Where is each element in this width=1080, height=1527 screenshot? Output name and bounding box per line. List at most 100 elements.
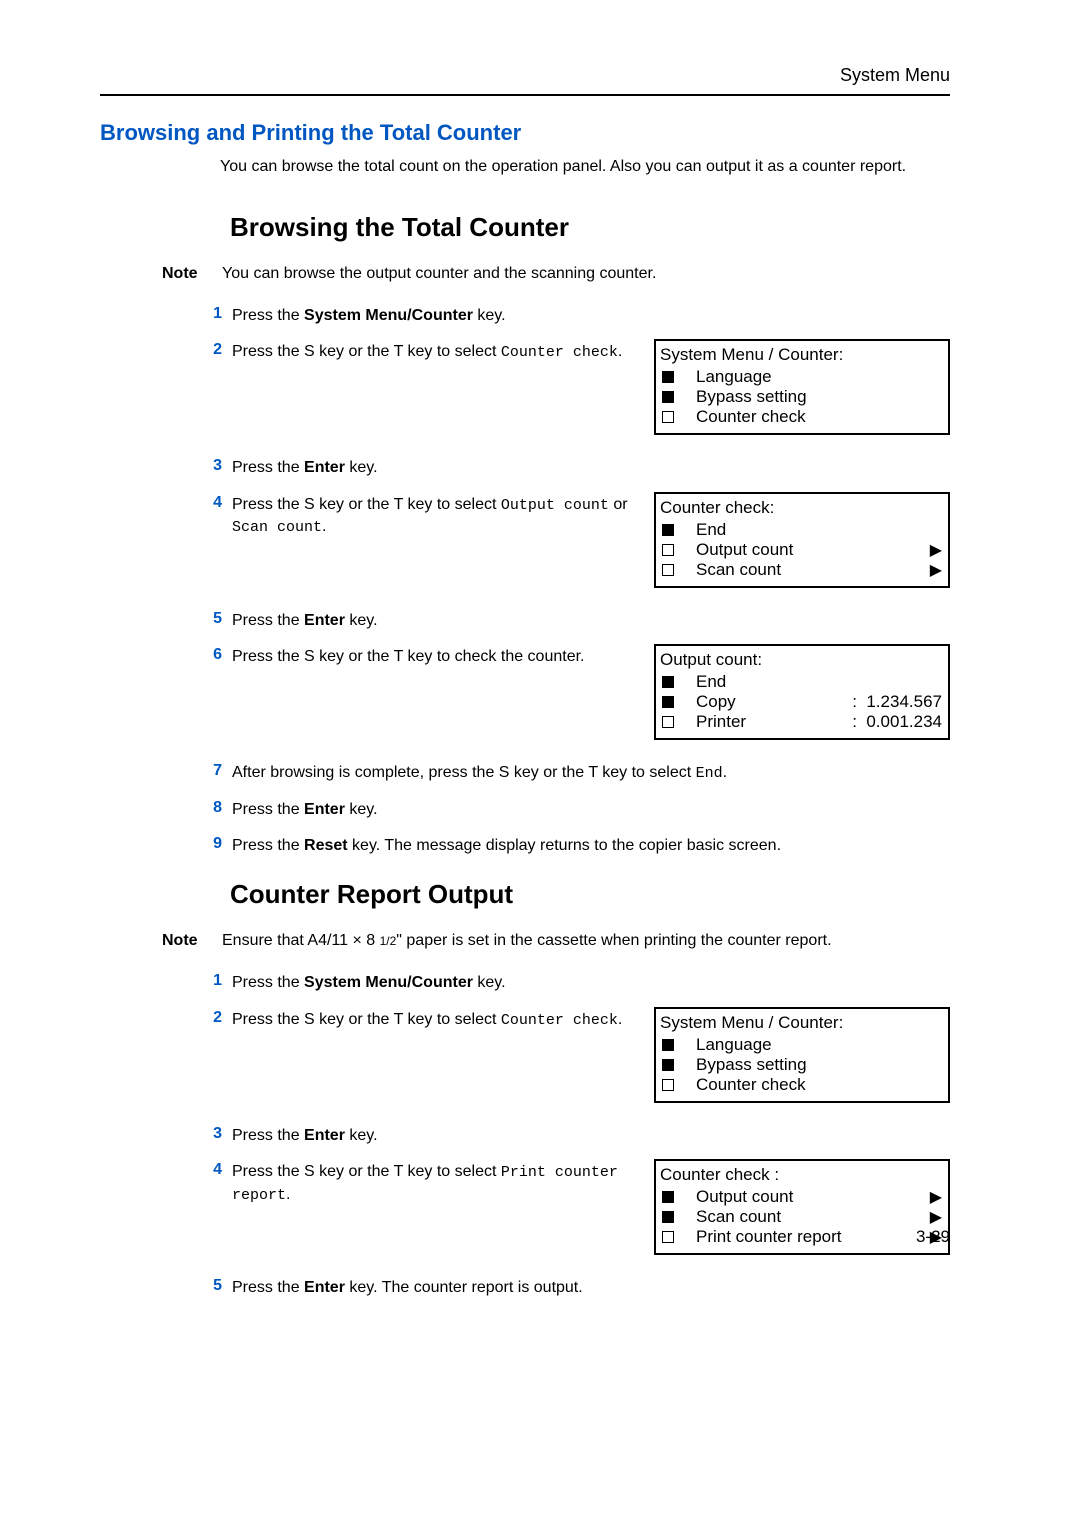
cursor-icon: [662, 676, 674, 688]
cursor-icon: [662, 391, 674, 403]
step-3: 3 Press the Enter key.: [200, 457, 950, 479]
step-number: 3: [200, 457, 222, 475]
step-text: Press the S key or the T key to select: [232, 1163, 501, 1180]
step-mono: End: [696, 765, 723, 782]
step-text: key. The counter report is output.: [345, 1279, 583, 1296]
note-row: Note You can browse the output counter a…: [162, 265, 950, 283]
cursor-icon: [662, 696, 674, 708]
note-text-part: Ensure that A4/11 × 8: [222, 932, 380, 949]
step-text: key.: [345, 801, 378, 818]
lcd-title: Counter check :: [660, 1165, 942, 1185]
lcd-row: Copy: [684, 692, 852, 712]
step-text: .: [286, 1186, 290, 1203]
lcd-row: Scan count: [684, 560, 928, 580]
step-bold: System Menu/Counter: [304, 307, 473, 324]
cursor-icon: [662, 371, 674, 383]
steps-browse: 1 Press the System Menu/Counter key. 2 P…: [200, 305, 950, 857]
lcd-row: Output count: [684, 1187, 928, 1207]
step-2: 2 Press the S key or the T key to select…: [200, 1009, 950, 1103]
lcd-counter-check: Counter check: End Output count▶ Scan co…: [654, 492, 950, 588]
step-text: Press the: [232, 612, 304, 629]
step-number: 2: [200, 1009, 222, 1027]
cursor-icon: [662, 524, 674, 536]
note-text: Ensure that A4/11 × 8 1/2" paper is set …: [222, 932, 950, 950]
step-9: 9 Press the Reset key. The message displ…: [200, 835, 950, 857]
step-number: 4: [200, 494, 222, 512]
step-7: 7 After browsing is complete, press the …: [200, 762, 950, 784]
lcd-row: Output count: [684, 540, 928, 560]
step-3: 3 Press the Enter key.: [200, 1125, 950, 1147]
step-mono: Scan count: [232, 519, 322, 536]
step-4: 4 Press the S key or the T key to select…: [200, 1161, 950, 1255]
step-text: Press the: [232, 1279, 304, 1296]
cursor-icon: [662, 411, 674, 423]
step-bold: Enter: [304, 612, 345, 629]
step-text: key.: [345, 459, 378, 476]
step-bold: Reset: [304, 837, 348, 854]
step-text: Press the S key or the T key to check th…: [232, 646, 654, 668]
step-text: .: [723, 764, 727, 781]
step-8: 8 Press the Enter key.: [200, 799, 950, 821]
step-text: key.: [473, 307, 506, 324]
lcd-system-menu: System Menu / Counter: Language Bypass s…: [654, 1007, 950, 1103]
lcd-row: Bypass setting: [684, 387, 942, 407]
step-number: 8: [200, 799, 222, 817]
step-1: 1 Press the System Menu/Counter key.: [200, 305, 950, 327]
lcd-counter-check: Counter check : Output count▶ Scan count…: [654, 1159, 950, 1255]
lcd-title: Counter check:: [660, 498, 942, 518]
step-number: 7: [200, 762, 222, 780]
page: System Menu Browsing and Printing the To…: [0, 0, 1080, 1527]
note-sub: 1/2: [380, 934, 397, 948]
lcd-row: Print counter report: [684, 1227, 928, 1247]
step-text: Press the: [232, 837, 304, 854]
step-number: 1: [200, 972, 222, 990]
step-4: 4 Press the S key or the T key to select…: [200, 494, 950, 588]
cursor-icon: [662, 1231, 674, 1243]
note-text: You can browse the output counter and th…: [222, 265, 950, 283]
step-text: Press the S key or the T key to select: [232, 496, 501, 513]
step-6: 6 Press the S key or the T key to check …: [200, 646, 950, 740]
note-row: Note Ensure that A4/11 × 8 1/2" paper is…: [162, 932, 950, 950]
lcd-row: Printer: [684, 712, 852, 732]
step-text: Press the: [232, 801, 304, 818]
lcd-row: Language: [684, 1035, 942, 1055]
lcd-row: Scan count: [684, 1207, 928, 1227]
lcd-title: System Menu / Counter:: [660, 1013, 942, 1033]
note-label: Note: [162, 265, 222, 283]
step-bold: Enter: [304, 1127, 345, 1144]
step-number: 3: [200, 1125, 222, 1143]
step-number: 5: [200, 1277, 222, 1295]
lcd-row: End: [684, 520, 942, 540]
arrow-right-icon: ▶: [928, 1187, 942, 1207]
subsection-heading: Counter Report Output: [230, 879, 950, 910]
step-number: 5: [200, 610, 222, 628]
arrow-right-icon: ▶: [928, 540, 942, 560]
page-number: 3-29: [916, 1227, 950, 1247]
step-text: After browsing is complete, press the S …: [232, 764, 696, 781]
step-text: Press the S key or the T key to select: [232, 1011, 501, 1028]
lcd-row: Counter check: [684, 1075, 942, 1095]
note-label: Note: [162, 932, 222, 950]
step-number: 2: [200, 341, 222, 359]
arrow-right-icon: ▶: [928, 560, 942, 580]
step-text: .: [618, 343, 622, 360]
step-5: 5 Press the Enter key. The counter repor…: [200, 1277, 950, 1299]
cursor-icon: [662, 1211, 674, 1223]
lcd-row: End: [684, 672, 942, 692]
cursor-icon: [662, 716, 674, 728]
cursor-icon: [662, 564, 674, 576]
cursor-icon: [662, 1079, 674, 1091]
step-text: .: [618, 1011, 622, 1028]
step-1: 1 Press the System Menu/Counter key.: [200, 972, 950, 994]
step-number: 4: [200, 1161, 222, 1179]
step-text: Press the: [232, 974, 304, 991]
lcd-row: Bypass setting: [684, 1055, 942, 1075]
subsection-heading: Browsing the Total Counter: [230, 212, 950, 243]
step-text: Press the: [232, 1127, 304, 1144]
lcd-title: Output count:: [660, 650, 942, 670]
lcd-title: System Menu / Counter:: [660, 345, 942, 365]
step-number: 1: [200, 305, 222, 323]
step-2: 2 Press the S key or the T key to select…: [200, 341, 950, 435]
step-mono: Output count: [501, 497, 609, 514]
lcd-row: Counter check: [684, 407, 942, 427]
